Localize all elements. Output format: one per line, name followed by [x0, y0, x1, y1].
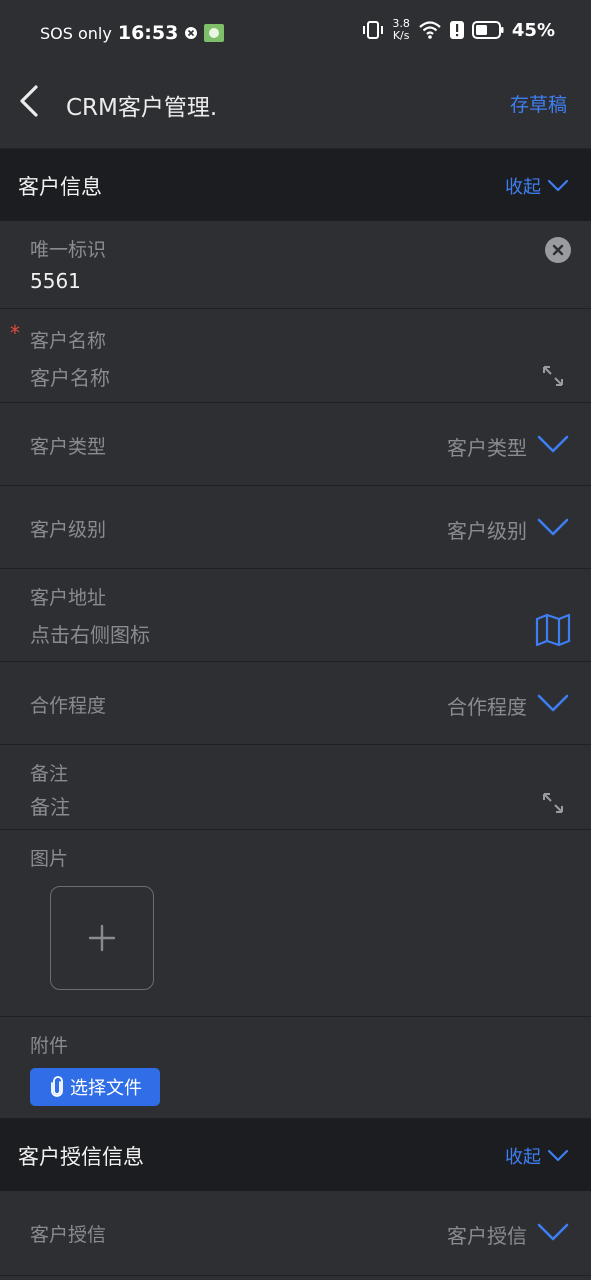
field-label: 客户授信 — [30, 1224, 107, 1246]
field-label: 客户级别 — [30, 519, 107, 541]
section-title: 客户信息 — [18, 175, 102, 199]
field-label: 合作程度 — [30, 695, 107, 717]
status-bar: SOS only 16:53 3.8 K/s 45% — [0, 0, 591, 66]
choose-file-button[interactable]: 选择文件 — [30, 1068, 160, 1106]
app-bar: CRM客户管理. 存草稿 — [0, 66, 591, 149]
customer-level-select[interactable]: 客户级别 — [447, 515, 527, 544]
chevron-down-icon[interactable] — [537, 434, 569, 454]
map-icon[interactable] — [535, 613, 571, 647]
battery-percent: 45% — [511, 19, 555, 41]
field-attachment: 附件 选择文件 — [0, 1017, 591, 1119]
section-header-customer-info: 客户信息 收起 — [0, 149, 591, 221]
plus-icon — [88, 924, 115, 951]
chevron-down-icon[interactable] — [537, 1222, 569, 1242]
field-customer-credit[interactable]: 客户授信 客户授信 — [0, 1191, 591, 1276]
section-title: 客户授信信息 — [18, 1145, 144, 1169]
net-speed-unit: K/s — [392, 29, 410, 42]
chevron-down-icon[interactable] — [537, 517, 569, 537]
expand-icon[interactable] — [541, 791, 565, 815]
status-left: SOS only 16:53 — [40, 22, 225, 44]
app-notification-icon — [204, 24, 225, 42]
chevron-down-icon — [547, 1149, 569, 1162]
field-unique-id: 唯一标识 5561 — [0, 221, 591, 309]
field-label: 客户类型 — [30, 436, 107, 458]
section-header-credit-info: 客户授信信息 收起 — [0, 1119, 591, 1191]
save-draft-button[interactable]: 存草稿 — [510, 90, 567, 117]
cooperation-select[interactable]: 合作程度 — [447, 691, 527, 720]
field-customer-level[interactable]: 客户级别 客户级别 — [0, 486, 591, 569]
expand-icon[interactable] — [541, 364, 565, 388]
page-title: CRM客户管理. — [66, 95, 218, 121]
collapse-toggle[interactable]: 收起 — [505, 1143, 569, 1169]
field-customer-address: 客户地址 点击右侧图标 — [0, 569, 591, 662]
collapse-toggle[interactable]: 收起 — [505, 173, 569, 199]
remark-input[interactable]: 备注 — [30, 791, 70, 820]
paperclip-icon — [51, 1076, 63, 1097]
required-mark: * — [10, 321, 20, 345]
unique-id-input[interactable]: 5561 — [30, 269, 81, 293]
wifi-icon — [419, 21, 441, 39]
clear-icon[interactable] — [545, 237, 571, 263]
field-label: 图片 — [30, 848, 69, 870]
field-image: 图片 — [0, 830, 591, 1017]
collapse-label: 收起 — [505, 177, 541, 198]
field-remark: 备注 备注 — [0, 745, 591, 830]
net-speed: 3.8 K/s — [392, 18, 410, 42]
vibrate-icon — [363, 21, 384, 39]
field-label: 客户名称 — [30, 330, 107, 352]
field-cooperation[interactable]: 合作程度 合作程度 — [0, 662, 591, 745]
collapse-label: 收起 — [505, 1147, 541, 1168]
clock: 16:53 — [117, 22, 179, 44]
field-label: 附件 — [30, 1035, 69, 1057]
field-label: 客户地址 — [30, 587, 107, 609]
field-label: 备注 — [30, 763, 69, 785]
field-customer-type[interactable]: 客户类型 客户类型 — [0, 403, 591, 486]
field-customer-name: * 客户名称 客户名称 — [0, 309, 591, 403]
alert-icon — [449, 21, 464, 39]
chevron-down-icon[interactable] — [537, 693, 569, 713]
status-right: 3.8 K/s 45% — [362, 18, 555, 42]
customer-address-input[interactable]: 点击右侧图标 — [30, 619, 150, 648]
customer-credit-select[interactable]: 客户授信 — [447, 1220, 527, 1249]
carrier-text: SOS only — [40, 23, 112, 43]
battery-icon — [471, 21, 504, 39]
customer-name-input[interactable]: 客户名称 — [30, 362, 110, 391]
shield-icon — [185, 27, 198, 39]
field-label: 唯一标识 — [30, 239, 107, 261]
back-arrow-icon[interactable] — [16, 84, 46, 118]
choose-file-label: 选择文件 — [70, 1078, 142, 1099]
customer-type-select[interactable]: 客户类型 — [447, 432, 527, 461]
add-image-button[interactable] — [50, 886, 154, 990]
chevron-down-icon — [547, 179, 569, 192]
